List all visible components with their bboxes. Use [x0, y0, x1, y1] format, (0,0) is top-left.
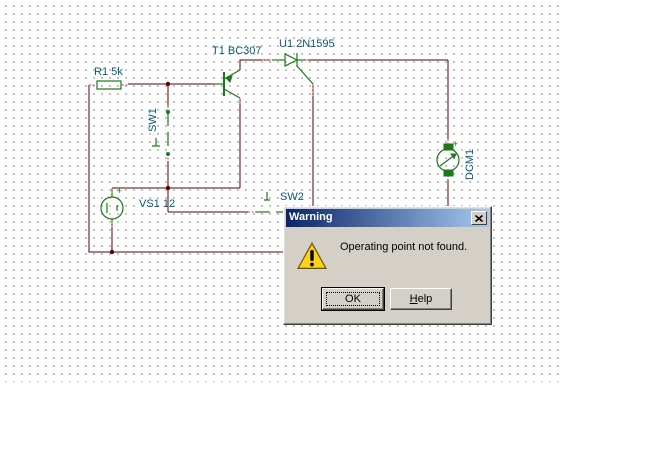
ok-button[interactable]: OK	[321, 287, 385, 311]
thyristor-u1[interactable]: U1 2N1595	[272, 38, 335, 85]
transistor-t1[interactable]: T1 BC307	[212, 45, 262, 99]
dcm1-label: DCM1	[464, 149, 476, 180]
resistor-r1[interactable]: R1 5k	[94, 66, 123, 90]
focus-rect	[326, 292, 380, 306]
dialog-titlebar[interactable]: Warning	[286, 209, 489, 227]
help-label: elp	[417, 293, 433, 305]
warning-dialog[interactable]: Warning Operating point not found. OK He…	[283, 206, 492, 325]
dc-motor-dcm1[interactable]: + DCM1	[436, 139, 476, 180]
t1-label: T1 BC307	[212, 45, 262, 57]
close-icon	[475, 214, 483, 222]
warning-icon	[297, 242, 327, 269]
sw2-label: SW2	[280, 191, 304, 203]
dialog-title: Warning	[289, 211, 333, 223]
switch-sw1[interactable]: SW1	[147, 108, 170, 156]
junction-nodes	[109, 81, 171, 255]
u1-label: U1 2N1595	[279, 38, 335, 50]
dialog-message: Operating point not found.	[340, 241, 468, 253]
vs1-label: VS1 12	[139, 198, 175, 210]
dcm1-plus: +	[453, 139, 458, 149]
r1-label: R1 5k	[94, 66, 123, 78]
close-button[interactable]	[471, 211, 487, 225]
help-mnemonic: H	[409, 293, 418, 305]
help-button[interactable]: Help	[390, 288, 452, 310]
sw1-label: SW1	[147, 108, 159, 132]
vs1-plus: +	[117, 186, 122, 196]
